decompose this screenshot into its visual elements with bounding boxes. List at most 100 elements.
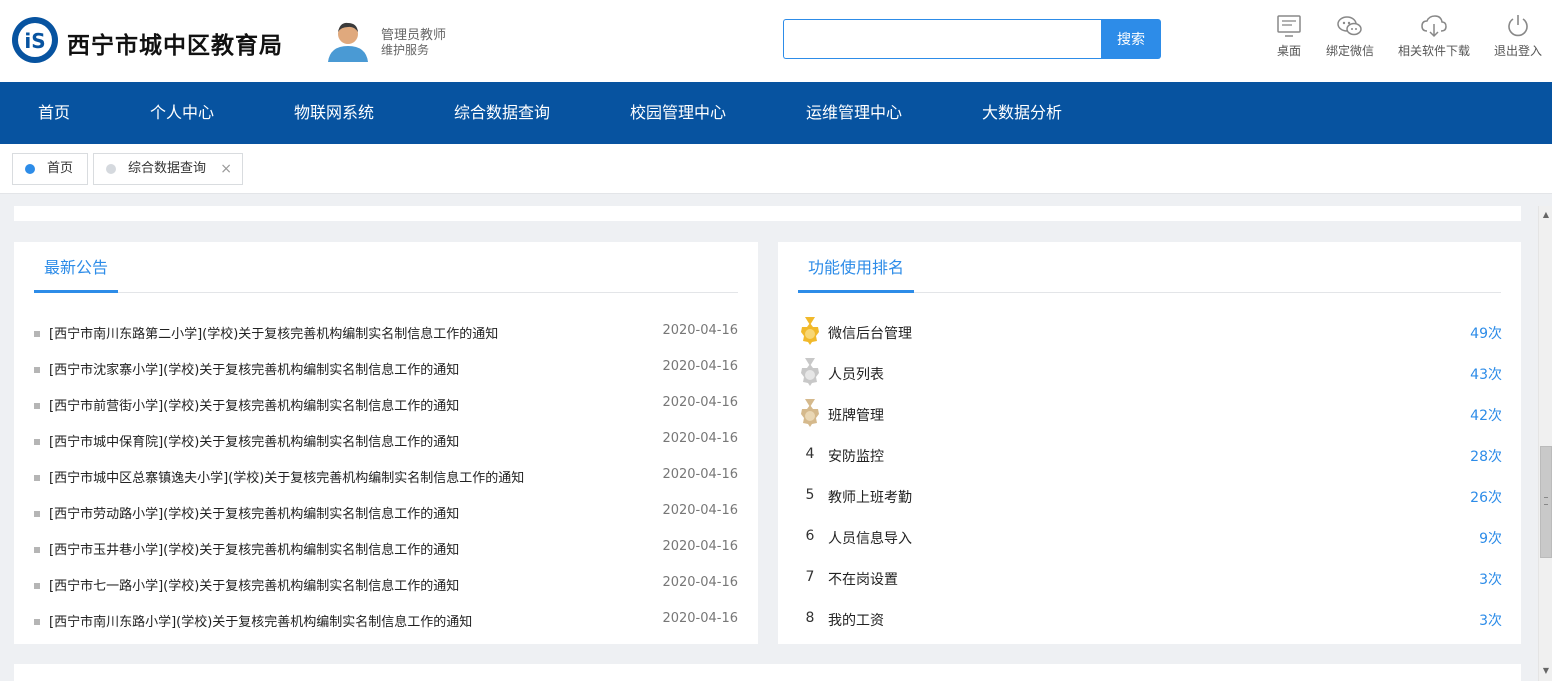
- notice-item[interactable]: [西宁市前营街小学](学校)关于复核完善机构编制实名制信息工作的通知 2020-…: [34, 393, 738, 429]
- cloud-download-icon: [1421, 15, 1447, 38]
- ranking-name: 班牌管理: [828, 408, 884, 424]
- notice-item[interactable]: [西宁市南川东路第二小学](学校)关于复核完善机构编制实名制信息工作的通知 20…: [34, 321, 738, 357]
- nav-big-data[interactable]: 大数据分析: [982, 82, 1062, 144]
- notice-date: 2020-04-16: [662, 359, 738, 374]
- software-download-label: 相关软件下载: [1398, 44, 1471, 58]
- ranking-count: 26次: [1470, 490, 1502, 506]
- bronze-medal-icon: [801, 399, 819, 427]
- ranking-item[interactable]: 班牌管理 42次: [798, 399, 1502, 446]
- logout-label: 退出登入: [1494, 44, 1543, 58]
- notice-text[interactable]: [西宁市南川东路第二小学](学校)关于复核完善机构编制实名制信息工作的通知: [49, 323, 498, 342]
- ranking-item[interactable]: 5 教师上班考勤 26次: [798, 487, 1502, 528]
- ranking-count: 43次: [1470, 367, 1502, 383]
- ranking-item[interactable]: 6 人员信息导入 9次: [798, 528, 1502, 569]
- bullet-icon: [34, 403, 40, 409]
- user-subtitle: 维护服务: [381, 43, 430, 57]
- ranking-count: 9次: [1479, 531, 1502, 547]
- notice-text[interactable]: [西宁市沈家寨小学](学校)关于复核完善机构编制实名制信息工作的通知: [49, 359, 459, 378]
- desktop-label: 桌面: [1276, 44, 1301, 58]
- notice-panel: 最新公告 [西宁市南川东路第二小学](学校)关于复核完善机构编制实名制信息工作的…: [14, 242, 758, 644]
- desktop-button[interactable]: 桌面: [1276, 14, 1302, 59]
- vertical-scrollbar[interactable]: ▲ ▼: [1538, 206, 1552, 681]
- user-avatar[interactable]: [326, 18, 370, 62]
- top-content-strip: [14, 206, 1521, 221]
- tab-inactive-dot-icon: [106, 164, 116, 174]
- scroll-thumb[interactable]: [1540, 446, 1552, 558]
- notice-item[interactable]: [西宁市劳动路小学](学校)关于复核完善机构编制实名制信息工作的通知 2020-…: [34, 501, 738, 537]
- wechat-icon: [1337, 16, 1362, 36]
- scroll-down-icon[interactable]: ▼: [1541, 666, 1551, 676]
- main-nav: 首页 个人中心 物联网系统 综合数据查询 校园管理中心 运维管理中心 大数据分析: [0, 82, 1552, 144]
- notice-date: 2020-04-16: [662, 395, 738, 410]
- ranking-count: 28次: [1470, 449, 1502, 465]
- ranking-name: 我的工资: [828, 613, 884, 629]
- notice-text[interactable]: [西宁市南川东路小学](学校)关于复核完善机构编制实名制信息工作的通知: [49, 611, 472, 630]
- ranking-count: 49次: [1470, 326, 1502, 342]
- tab-active-dot-icon: [25, 164, 35, 174]
- site-title: 西宁市城中区教育局: [67, 33, 283, 59]
- notice-item[interactable]: [西宁市七一路小学](学校)关于复核完善机构编制实名制信息工作的通知 2020-…: [34, 573, 738, 609]
- notice-date: 2020-04-16: [662, 539, 738, 554]
- bullet-icon: [34, 475, 40, 481]
- notice-text[interactable]: [西宁市城中区总寨镇逸夫小学](学校)关于复核完善机构编制实名制信息工作的通知: [49, 467, 524, 486]
- logo-icon[interactable]: iS: [10, 15, 60, 65]
- ranking-name: 微信后台管理: [828, 326, 912, 342]
- notice-item[interactable]: [西宁市玉井巷小学](学校)关于复核完善机构编制实名制信息工作的通知 2020-…: [34, 537, 738, 573]
- ranking-panel-title[interactable]: 功能使用排名: [798, 242, 915, 293]
- notice-text[interactable]: [西宁市七一路小学](学校)关于复核完善机构编制实名制信息工作的通知: [49, 575, 459, 594]
- ranking-number: 7: [805, 569, 815, 585]
- tab-data-query[interactable]: 综合数据查询 ×: [93, 153, 243, 185]
- ranking-name: 安防监控: [828, 449, 884, 465]
- nav-personal-center[interactable]: 个人中心: [150, 82, 214, 144]
- bind-wechat-button[interactable]: 绑定微信: [1326, 14, 1374, 59]
- ranking-item[interactable]: 微信后台管理 49次: [798, 317, 1502, 364]
- notice-date: 2020-04-16: [662, 431, 738, 446]
- bullet-icon: [34, 331, 40, 337]
- ranking-name: 不在岗设置: [828, 572, 898, 588]
- ranking-number: 8: [805, 610, 815, 626]
- ranking-count: 3次: [1479, 572, 1502, 588]
- search-button[interactable]: 搜索: [1101, 19, 1161, 59]
- bullet-icon: [34, 439, 40, 445]
- notice-item[interactable]: [西宁市南川东路小学](学校)关于复核完善机构编制实名制信息工作的通知 2020…: [34, 609, 738, 645]
- search-input[interactable]: [783, 19, 1101, 59]
- notice-item[interactable]: [西宁市沈家寨小学](学校)关于复核完善机构编制实名制信息工作的通知 2020-…: [34, 357, 738, 393]
- software-download-button[interactable]: 相关软件下载: [1398, 14, 1470, 59]
- scroll-up-icon[interactable]: ▲: [1541, 210, 1551, 220]
- gold-medal-icon: [801, 317, 819, 345]
- top-header: iS 西宁市城中区教育局 管理员教师 维护服务 搜索 桌面 绑定微信 相关软件下…: [0, 0, 1552, 82]
- bullet-icon: [34, 547, 40, 553]
- nav-home[interactable]: 首页: [38, 82, 70, 144]
- notice-text[interactable]: [西宁市前营街小学](学校)关于复核完善机构编制实名制信息工作的通知: [49, 395, 459, 414]
- nav-campus-management[interactable]: 校园管理中心: [630, 82, 726, 144]
- ranking-name: 教师上班考勤: [828, 490, 912, 506]
- notice-item[interactable]: [西宁市城中区总寨镇逸夫小学](学校)关于复核完善机构编制实名制信息工作的通知 …: [34, 465, 738, 501]
- panel-divider: [34, 292, 738, 293]
- bullet-icon: [34, 619, 40, 625]
- bind-wechat-label: 绑定微信: [1326, 44, 1375, 58]
- notice-text[interactable]: [西宁市玉井巷小学](学校)关于复核完善机构编制实名制信息工作的通知: [49, 539, 459, 558]
- tab-bar: 首页 综合数据查询 ×: [0, 144, 1552, 194]
- ranking-name: 人员列表: [828, 367, 884, 383]
- nav-ops-management[interactable]: 运维管理中心: [806, 82, 902, 144]
- logout-button[interactable]: 退出登入: [1494, 14, 1542, 59]
- bullet-icon: [34, 367, 40, 373]
- notice-item[interactable]: [西宁市城中保育院](学校)关于复核完善机构编制实名制信息工作的通知 2020-…: [34, 429, 738, 465]
- notice-panel-title[interactable]: 最新公告: [34, 242, 119, 293]
- ranking-number: 5: [805, 487, 815, 503]
- nav-data-query[interactable]: 综合数据查询: [454, 82, 550, 144]
- tab-home[interactable]: 首页: [12, 153, 88, 185]
- ranking-item[interactable]: 4 安防监控 28次: [798, 446, 1502, 487]
- scroll-grip-icon: [1544, 497, 1548, 505]
- logo-text: iS: [24, 29, 45, 53]
- nav-iot-system[interactable]: 物联网系统: [294, 82, 374, 144]
- ranking-item[interactable]: 8 我的工资 3次: [798, 610, 1502, 651]
- tab-close-icon[interactable]: ×: [220, 154, 232, 184]
- ranking-item[interactable]: 7 不在岗设置 3次: [798, 569, 1502, 610]
- bottom-content-strip: [14, 664, 1521, 681]
- tab-home-label: 首页: [47, 161, 74, 176]
- notice-text[interactable]: [西宁市劳动路小学](学校)关于复核完善机构编制实名制信息工作的通知: [49, 503, 459, 522]
- notice-date: 2020-04-16: [662, 323, 738, 338]
- notice-text[interactable]: [西宁市城中保育院](学校)关于复核完善机构编制实名制信息工作的通知: [49, 431, 459, 450]
- ranking-item[interactable]: 人员列表 43次: [798, 358, 1502, 405]
